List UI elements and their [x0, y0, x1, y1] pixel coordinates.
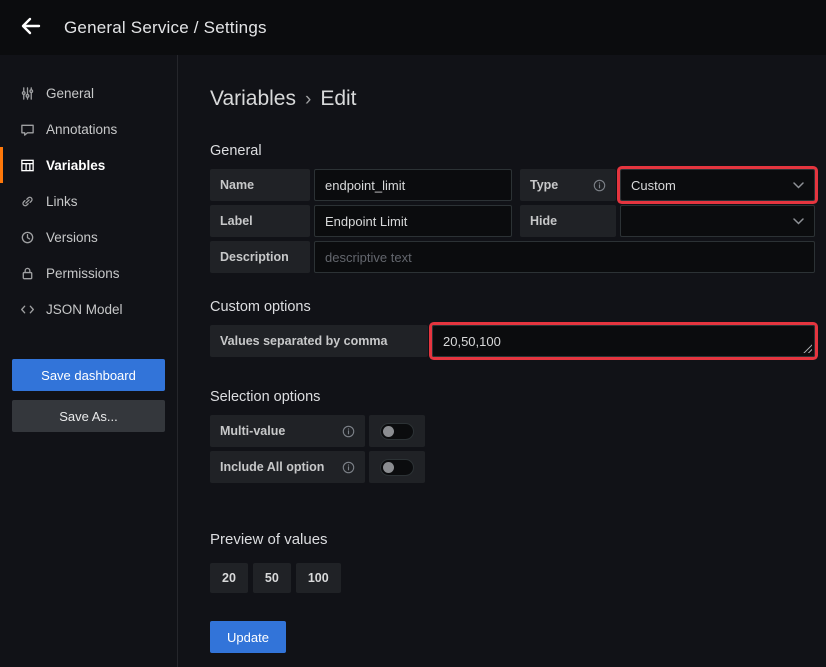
values-input-wrap	[432, 325, 815, 357]
lock-icon	[20, 266, 35, 281]
toggle-knob	[383, 462, 394, 473]
table-icon	[20, 158, 35, 173]
multi-value-label: Multi-value	[210, 415, 365, 447]
description-input[interactable]	[314, 241, 815, 273]
include-all-info-icon[interactable]	[342, 461, 355, 474]
toggle-track	[380, 423, 414, 440]
layout: General Annotations Variables Links Vers	[0, 55, 826, 667]
preview-value-chip: 50	[253, 563, 291, 593]
multi-value-label-text: Multi-value	[220, 424, 285, 438]
sidebar-item-json-model[interactable]: JSON Model	[0, 291, 177, 327]
hide-select[interactable]	[620, 205, 815, 237]
chevron-down-icon	[793, 182, 804, 189]
sidebar-item-label: Permissions	[46, 266, 120, 281]
breadcrumb-edit: Edit	[320, 87, 356, 111]
resize-grip[interactable]	[802, 343, 812, 353]
breadcrumb-variables[interactable]: Variables	[210, 87, 296, 111]
arrow-left-icon	[19, 14, 43, 41]
settings-sidebar: General Annotations Variables Links Vers	[0, 55, 178, 667]
description-label: Description	[210, 241, 310, 273]
type-label-text: Type	[530, 178, 558, 192]
multi-value-info-icon[interactable]	[342, 425, 355, 438]
sidebar-item-label: Links	[46, 194, 78, 209]
label-input[interactable]	[314, 205, 512, 237]
breadcrumb: Variables › Edit	[210, 87, 826, 111]
values-input[interactable]	[432, 325, 815, 357]
values-row: Values separated by comma	[210, 325, 815, 357]
back-button[interactable]	[14, 11, 48, 45]
toggle-knob	[383, 426, 394, 437]
values-label: Values separated by comma	[210, 325, 428, 357]
sidebar-item-label: Versions	[46, 230, 98, 245]
preview-chips: 20 50 100	[210, 563, 815, 593]
general-form: Name Type Custom Label Hi	[210, 169, 815, 653]
type-select-value: Custom	[631, 178, 676, 193]
include-all-label: Include All option	[210, 451, 365, 483]
name-input[interactable]	[314, 169, 512, 201]
type-info-icon[interactable]	[593, 179, 606, 192]
name-type-row: Name Type Custom	[210, 169, 815, 201]
type-label: Type	[520, 169, 616, 201]
include-all-toggle[interactable]	[369, 451, 425, 483]
label-label: Label	[210, 205, 310, 237]
main-content: Variables › Edit General Name Type Custo…	[178, 55, 826, 667]
include-all-row: Include All option	[210, 451, 815, 483]
page-header: General Service / Settings	[0, 0, 826, 55]
update-button[interactable]: Update	[210, 621, 286, 653]
sidebar-item-label: Variables	[46, 158, 105, 173]
preview-title: Preview of values	[210, 531, 815, 548]
sidebar-item-label: Annotations	[46, 122, 117, 137]
breadcrumb-separator: ›	[305, 89, 311, 111]
description-row: Description	[210, 241, 815, 273]
general-section-title: General	[210, 143, 826, 159]
page-title: General Service / Settings	[64, 18, 267, 38]
type-select[interactable]: Custom	[620, 169, 815, 201]
code-icon	[20, 302, 35, 317]
name-label: Name	[210, 169, 310, 201]
history-icon	[20, 230, 35, 245]
sidebar-item-variables[interactable]: Variables	[0, 147, 177, 183]
save-as-button[interactable]: Save As...	[12, 400, 165, 432]
sidebar-item-label: JSON Model	[46, 302, 123, 317]
sidebar-item-annotations[interactable]: Annotations	[0, 111, 177, 147]
sidebar-item-general[interactable]: General	[0, 75, 177, 111]
sidebar-actions: Save dashboard Save As...	[12, 359, 165, 432]
label-hide-row: Label Hide	[210, 205, 815, 237]
sidebar-item-permissions[interactable]: Permissions	[0, 255, 177, 291]
sidebar-item-label: General	[46, 86, 94, 101]
sliders-icon	[20, 86, 35, 101]
comment-icon	[20, 122, 35, 137]
save-dashboard-button[interactable]: Save dashboard	[12, 359, 165, 391]
sidebar-item-links[interactable]: Links	[0, 183, 177, 219]
multi-value-toggle[interactable]	[369, 415, 425, 447]
include-all-label-text: Include All option	[220, 460, 324, 474]
custom-options-title: Custom options	[210, 299, 815, 315]
selection-options-title: Selection options	[210, 389, 815, 405]
preview-value-chip: 100	[296, 563, 341, 593]
preview-value-chip: 20	[210, 563, 248, 593]
multi-value-row: Multi-value	[210, 415, 815, 447]
sidebar-item-versions[interactable]: Versions	[0, 219, 177, 255]
hide-label: Hide	[520, 205, 616, 237]
chevron-down-icon	[793, 218, 804, 225]
toggle-track	[380, 459, 414, 476]
link-icon	[20, 194, 35, 209]
